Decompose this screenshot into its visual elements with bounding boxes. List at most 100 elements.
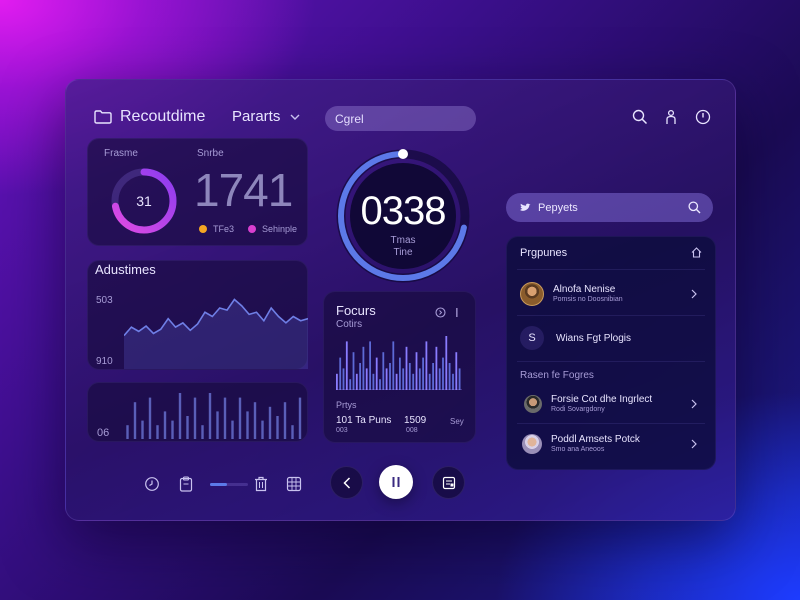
dashboard-panel: Recoutdime Pararts Cgrel Frasme 31 Snrbe… bbox=[65, 79, 736, 521]
focus-bar bbox=[392, 341, 395, 390]
clipboard-icon[interactable] bbox=[179, 476, 193, 492]
people-list-card: Prgpunes Alnofa Nenise Pomsis no Doosnib… bbox=[506, 236, 716, 470]
bar bbox=[291, 425, 294, 439]
y-tick-bottom: 910 bbox=[96, 356, 113, 367]
section-title: Rasen fe Fogres bbox=[520, 370, 594, 381]
focus-bar bbox=[402, 368, 405, 390]
y-tick-top: 503 bbox=[96, 295, 113, 306]
focus-bar bbox=[339, 357, 342, 390]
power-icon[interactable] bbox=[695, 109, 711, 125]
bar bbox=[163, 411, 167, 439]
trash-icon[interactable] bbox=[254, 476, 268, 492]
focus-bar bbox=[399, 357, 401, 390]
focus-bar bbox=[455, 352, 458, 390]
focus-bar bbox=[382, 352, 385, 390]
focus-bar bbox=[458, 368, 461, 390]
user-icon[interactable] bbox=[665, 109, 677, 125]
timer-widget: 0338 Tmas Tine bbox=[336, 149, 470, 283]
focus-bar bbox=[408, 363, 411, 390]
grid-icon[interactable] bbox=[286, 476, 302, 492]
list-item-sub: Rodi Sovargdony bbox=[551, 405, 605, 413]
bar bbox=[253, 402, 257, 439]
focus-bar bbox=[418, 368, 421, 390]
divider bbox=[517, 423, 705, 424]
focus-bar bbox=[375, 357, 378, 390]
focus-bar bbox=[369, 341, 371, 390]
focus-bar bbox=[445, 336, 448, 390]
focus-bar bbox=[359, 363, 361, 390]
home-icon[interactable] bbox=[691, 247, 702, 258]
bar bbox=[283, 402, 287, 439]
focus-bar bbox=[355, 373, 358, 390]
bar bbox=[171, 420, 174, 439]
bar bbox=[133, 402, 137, 439]
search-icon[interactable] bbox=[632, 109, 648, 125]
focus-bar bbox=[385, 368, 388, 390]
avatar bbox=[522, 434, 542, 454]
chevron-right-icon bbox=[691, 399, 697, 409]
bar bbox=[216, 411, 219, 439]
bar bbox=[208, 393, 212, 439]
focus-title: Focurs bbox=[336, 303, 376, 318]
app-title: Recoutdime bbox=[120, 108, 206, 125]
focus-stat-1-sub: 003 bbox=[336, 427, 348, 434]
focus-stat-1: 101 Ta Puns bbox=[336, 415, 392, 426]
line-chart-title: Adustimes bbox=[95, 262, 156, 277]
people-search[interactable]: Pepyets bbox=[506, 193, 713, 222]
focus-bar bbox=[372, 373, 375, 390]
menu-dropdown[interactable]: Pararts bbox=[232, 108, 300, 125]
list-title: Prgpunes bbox=[520, 247, 568, 259]
list-item-name: Alnofa Nenise bbox=[553, 284, 616, 296]
list-item[interactable]: S Wians Fgt Plogis bbox=[507, 321, 715, 355]
bar bbox=[238, 397, 242, 439]
ring-value: 31 bbox=[136, 193, 152, 209]
focus-bar bbox=[448, 363, 451, 390]
bar bbox=[126, 425, 129, 439]
playlist-icon bbox=[442, 476, 456, 490]
focus-bar bbox=[345, 341, 348, 390]
avatar bbox=[524, 395, 542, 413]
line-chart bbox=[124, 298, 308, 369]
focus-bar bbox=[362, 346, 365, 390]
clock-icon[interactable] bbox=[144, 476, 160, 492]
folder-icon bbox=[94, 110, 112, 124]
timer-label-1: Tmas bbox=[390, 235, 416, 246]
divider bbox=[517, 315, 705, 316]
list-item[interactable]: Forsie Cot dhe Ingrlect Rodi Sovargdony bbox=[507, 389, 715, 419]
chevron-down-icon bbox=[290, 114, 300, 120]
search-placeholder: Cgrel bbox=[335, 111, 364, 126]
ring-label: Frasme bbox=[104, 148, 138, 159]
playback-progress-fill bbox=[210, 483, 228, 486]
bars-card: 06 bbox=[87, 382, 308, 442]
focus-bar bbox=[389, 363, 391, 390]
people-search-label: Pepyets bbox=[538, 201, 578, 214]
focus-bar bbox=[428, 373, 431, 390]
settings-icon[interactable] bbox=[435, 307, 446, 318]
bar bbox=[246, 411, 249, 439]
big-stat-label: Snrbe bbox=[197, 148, 224, 159]
previous-button[interactable] bbox=[330, 466, 363, 499]
bar bbox=[186, 416, 189, 439]
list-item-name: Poddl Amsets Potck bbox=[551, 434, 640, 446]
focus-stat-2-sub: 008 bbox=[406, 427, 418, 434]
focus-bar bbox=[425, 341, 428, 390]
chevron-right-icon bbox=[691, 289, 697, 299]
pause-button[interactable] bbox=[379, 465, 413, 499]
focus-bar bbox=[365, 368, 368, 390]
playlist-button[interactable] bbox=[432, 466, 465, 499]
line-area bbox=[124, 299, 308, 369]
list-item[interactable]: Alnofa Nenise Pomsis no Doosnibian bbox=[507, 277, 715, 311]
focus-stat-3: Sey bbox=[450, 417, 464, 426]
big-stat-value: 1741 bbox=[194, 164, 293, 216]
bar bbox=[201, 425, 204, 439]
search-icon[interactable] bbox=[688, 201, 701, 214]
list-item[interactable]: Poddl Amsets Potck Smo ana Aneoos bbox=[507, 429, 715, 459]
search-input[interactable]: Cgrel bbox=[325, 106, 476, 131]
playback-progress[interactable] bbox=[210, 483, 248, 486]
bar bbox=[223, 397, 227, 439]
focus-bar bbox=[412, 373, 415, 390]
chevron-right-icon bbox=[691, 439, 697, 449]
bar bbox=[193, 397, 197, 439]
stats-legend: TFe3 Sehinple bbox=[199, 224, 297, 234]
more-icon[interactable] bbox=[455, 307, 459, 318]
